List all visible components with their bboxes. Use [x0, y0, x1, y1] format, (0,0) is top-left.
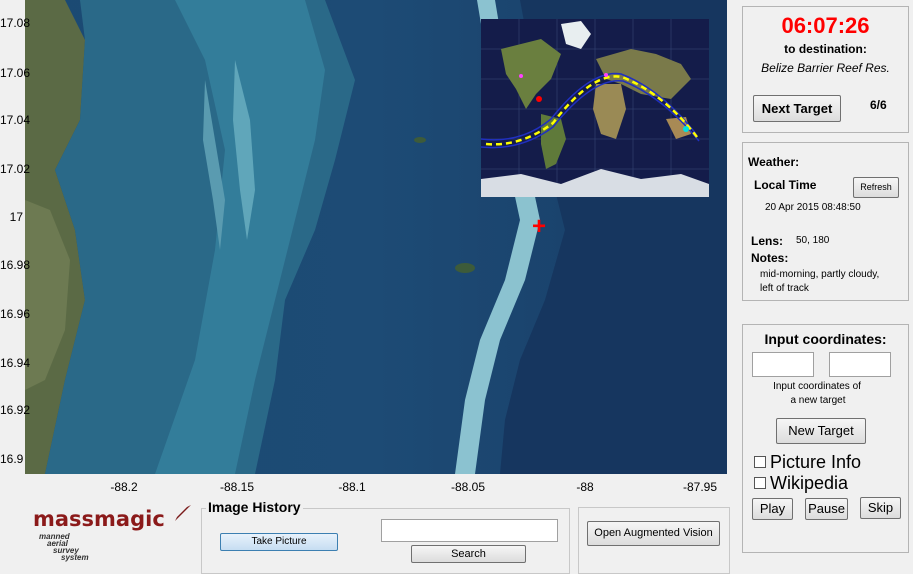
y-tick: 16.96: [0, 307, 31, 321]
logo-tagline: system: [61, 553, 89, 562]
pause-button[interactable]: Pause: [805, 498, 848, 520]
wikipedia-checkbox[interactable]: [754, 477, 766, 489]
y-tick: 16.94: [0, 356, 31, 370]
refresh-button[interactable]: Refresh: [853, 177, 899, 198]
lens-label: Lens:: [751, 234, 784, 248]
y-tick: 17.04: [0, 113, 31, 127]
image-history-panel: Image History Take Picture Search: [201, 499, 570, 574]
picture-info-label[interactable]: Picture Info: [770, 452, 861, 473]
input-hint: Input coordinates of: [773, 381, 861, 392]
wikipedia-label[interactable]: Wikipedia: [770, 473, 848, 494]
next-target-button[interactable]: Next Target: [753, 95, 841, 122]
rocket-icon: [175, 505, 191, 521]
y-tick: 17.06: [0, 66, 31, 80]
inset-world-map[interactable]: [481, 19, 709, 197]
take-picture-button[interactable]: Take Picture: [220, 533, 338, 551]
weather-panel: Weather: Local Time Refresh 20 Apr 2015 …: [742, 142, 909, 301]
x-tick: -88.1: [338, 480, 366, 494]
y-tick: 16.92: [0, 403, 31, 417]
destination-label: to destination:: [784, 42, 867, 56]
notes-line: mid-morning, partly cloudy,: [760, 269, 880, 280]
world-map-inset-icon: [481, 19, 709, 197]
picture-info-checkbox[interactable]: [754, 456, 766, 468]
y-tick: 17.08: [0, 16, 31, 30]
augmented-vision-panel: Open Augmented Vision: [578, 507, 730, 574]
countdown-timer: 06:07:26: [781, 13, 870, 38]
y-tick: 17.02: [0, 162, 31, 176]
x-tick: -87.95: [682, 480, 718, 494]
notes-line: left of track: [760, 283, 809, 294]
local-datetime: 20 Apr 2015 08:48:50: [765, 202, 861, 213]
countdown-panel: 06:07:26 to destination: Belize Barrier …: [742, 6, 909, 133]
image-history-title: Image History: [206, 499, 303, 515]
y-tick: 16.98: [0, 258, 31, 272]
x-tick: -88: [576, 480, 594, 494]
new-target-button[interactable]: New Target: [776, 418, 866, 444]
notes-label: Notes:: [751, 251, 789, 265]
satellite-map[interactable]: +: [25, 0, 727, 474]
weather-title: Weather:: [748, 155, 800, 169]
massmagic-logo: massmagic manned aerial survey system: [33, 503, 193, 565]
x-tick: -88.2: [110, 480, 138, 494]
open-augmented-vision-button[interactable]: Open Augmented Vision: [587, 521, 720, 546]
target-counter: 6/6: [870, 98, 887, 112]
input-hint: a new target: [790, 395, 846, 406]
local-time-label: Local Time: [754, 178, 817, 192]
logo-text: massmagic: [33, 507, 165, 531]
target-crosshair-icon: +: [532, 213, 547, 240]
x-tick: -88.05: [450, 480, 486, 494]
skip-button[interactable]: Skip: [860, 497, 901, 519]
latitude-field[interactable]: [752, 352, 814, 377]
y-tick: 17: [9, 210, 23, 224]
image-search-input[interactable]: [381, 519, 558, 542]
input-coordinates-title: Input coordinates:: [764, 331, 887, 347]
x-tick: -88.15: [219, 480, 255, 494]
play-button[interactable]: Play: [752, 498, 793, 520]
y-tick: 16.9: [0, 452, 24, 466]
lens-value: 50, 180: [796, 235, 830, 246]
search-button[interactable]: Search: [411, 545, 526, 563]
destination-name: Belize Barrier Reef Res.: [761, 61, 890, 75]
longitude-field[interactable]: [829, 352, 891, 377]
input-coordinates-panel: Input coordinates: Input coordinates of …: [742, 324, 909, 553]
